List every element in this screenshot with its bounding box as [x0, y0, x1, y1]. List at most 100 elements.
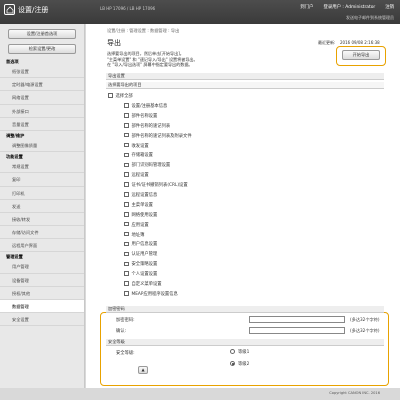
list-item[interactable]: 部件名称的速记列表及附录文件	[124, 132, 192, 142]
sidebar-item-printer[interactable]: 打印机	[0, 187, 84, 200]
description: 选择要导出的项目，然后单击[开始导出]。 "主菜单设置" 和 "速记导入/导出"…	[107, 51, 327, 68]
sidebar-item-security[interactable]: 安全设置	[0, 313, 84, 327]
item-checkbox[interactable]	[124, 132, 129, 138]
select-all-checkbox[interactable]	[108, 93, 113, 98]
top-links: 到门户 登录用户 : Administrator 注销	[300, 4, 394, 10]
sidebar-item-network[interactable]: 网络设置	[0, 91, 84, 105]
item-checkbox[interactable]	[124, 241, 129, 247]
item-checkbox[interactable]	[124, 281, 129, 286]
portal-link[interactable]: 到门户	[300, 4, 313, 10]
sidebar-item-external-interface[interactable]: 外部接口	[0, 105, 84, 118]
sidebar-item-send[interactable]: 发送	[0, 200, 84, 213]
list-item[interactable]: 主菜单设置	[124, 201, 192, 211]
item-checkbox[interactable]	[124, 251, 129, 257]
main-panel: 设置/注册 : 管理设置 : 数据管理 : 导出 导出 最近更新: 2016 0…	[86, 24, 400, 398]
sidebar-menu: 首选项 纸张设置 定时器/电源设置 网络设置 外部接口 音量设置 调整/维护 调…	[0, 57, 84, 327]
item-checkbox[interactable]	[124, 221, 129, 227]
level2-label: 等级2	[238, 362, 250, 367]
item-checkbox[interactable]	[124, 113, 129, 118]
start-export-button[interactable]: 开始导出	[342, 50, 380, 60]
list-item[interactable]: 设置/注册基本信息	[124, 102, 192, 112]
sidebar-item-volume[interactable]: 音量设置	[0, 118, 84, 131]
encryption-password-input[interactable]	[249, 316, 345, 323]
list-item[interactable]: 存储箱设置	[124, 151, 192, 161]
logout-link[interactable]: 注销	[385, 4, 394, 10]
list-item[interactable]: 部门识别码管理设置	[124, 161, 192, 171]
item-label: 证书/证书撤销列表(CRL)设置	[131, 183, 188, 189]
last-update-value: 2016 09/08 2:16:38	[340, 40, 380, 45]
list-item[interactable]: 自定义菜单设置	[124, 280, 192, 290]
encryption-header: 加密密码	[106, 306, 384, 313]
last-update-label: 最近更新:	[318, 40, 336, 45]
mail-admin-link[interactable]: 发送电子邮件到系统管理员	[346, 15, 394, 21]
sidebar-item-remote-ui[interactable]: 远程用户界面	[0, 239, 84, 253]
item-checkbox[interactable]	[124, 202, 129, 207]
item-checkbox[interactable]	[124, 103, 129, 108]
home-icon[interactable]	[4, 4, 15, 15]
item-checkbox[interactable]	[124, 162, 129, 168]
item-checkbox[interactable]	[124, 231, 129, 237]
confirm-password-label: 确认:	[116, 329, 127, 334]
item-checkbox[interactable]	[124, 271, 129, 276]
item-checkbox[interactable]	[124, 142, 129, 148]
item-checkbox[interactable]	[124, 212, 129, 217]
item-label: 主菜单设置	[131, 202, 153, 208]
list-item[interactable]: 远程设置	[124, 171, 192, 181]
item-label: 安全策略设置	[131, 262, 158, 268]
search-settings-button[interactable]: 检索设置/更改	[8, 44, 76, 54]
sidebar-group-adjust: 调整/维护	[6, 132, 25, 138]
item-label: 设置/注册基本信息	[131, 104, 168, 109]
item-checkbox[interactable]	[124, 261, 129, 266]
list-item[interactable]: 地址簿	[124, 231, 192, 241]
sidebar-item-store-access[interactable]: 存储/访问文件	[0, 226, 84, 240]
item-label: 部件名称设置	[131, 113, 158, 119]
list-item[interactable]: 应用设置	[124, 221, 192, 231]
select-all-row[interactable]: 选择全部	[108, 93, 133, 99]
item-checkbox[interactable]	[124, 123, 129, 128]
preferences-button[interactable]: 设置/注册首选项	[8, 29, 76, 39]
list-item[interactable]: 部件名称设置	[124, 112, 192, 122]
sidebar-item-device-management[interactable]: 设备管理	[0, 274, 84, 287]
list-item[interactable]: 个人设置设置	[124, 270, 192, 280]
item-label: 认证用户管理	[131, 252, 158, 258]
sidebar-item-common[interactable]: 常规设置	[0, 160, 84, 174]
list-item[interactable]: 网络使用设置	[124, 211, 192, 221]
list-item[interactable]: 收发设置	[124, 142, 192, 152]
item-checkbox[interactable]	[124, 152, 129, 158]
item-checkbox[interactable]	[124, 291, 129, 296]
list-item[interactable]: 远程设置信息	[124, 191, 192, 201]
sidebar-item-data-management[interactable]: 数据管理	[0, 300, 84, 314]
item-label: 部件名称的速记列表及附录文件	[131, 133, 192, 139]
item-checkbox[interactable]	[124, 182, 129, 187]
sidebar-item-timer-power[interactable]: 定时器/电源设置	[0, 78, 84, 92]
item-label: 个人设置设置	[131, 272, 158, 278]
login-user: 登录用户 : Administrator	[323, 5, 376, 10]
confirm-password-input[interactable]	[249, 327, 345, 334]
breadcrumb: 设置/注册 : 管理设置 : 数据管理 : 导出	[107, 28, 180, 33]
sidebar-item-paper[interactable]: 纸张设置	[0, 65, 84, 79]
item-label: 远程设置	[131, 173, 149, 179]
export-settings-header: 导出设置	[106, 73, 384, 80]
sidebar-item-image-quality[interactable]: 调整图像质量	[0, 139, 84, 153]
description-line: 在 "导入/导出选项" 屏幕中指定要导出的数据。	[107, 62, 193, 68]
list-item[interactable]: 用户信息设置	[124, 240, 192, 250]
footer: Copyright CANON INC. 2016	[0, 388, 400, 400]
sidebar-item-copy[interactable]: 复印	[0, 173, 84, 187]
list-item[interactable]: 部件名称的速记列表	[124, 122, 192, 132]
list-item[interactable]: MEAP应用程序设置信息	[124, 290, 192, 300]
sidebar-item-user-management[interactable]: 用户管理	[0, 260, 84, 274]
item-checkbox[interactable]	[124, 172, 129, 177]
level1-radio[interactable]	[230, 349, 235, 354]
list-item[interactable]: 安全策略设置	[124, 260, 192, 270]
app-title: 设置/注册	[18, 6, 49, 14]
sidebar-item-license[interactable]: 授权/其他	[0, 287, 84, 300]
list-item[interactable]: 认证用户管理	[124, 250, 192, 260]
scroll-top-button[interactable]: ▲	[138, 366, 148, 374]
item-label: 部件名称的速记列表	[131, 123, 171, 129]
item-label: 自定义菜单设置	[131, 282, 162, 288]
list-item[interactable]: 证书/证书撤销列表(CRL)设置	[124, 181, 192, 191]
sidebar-item-receive[interactable]: 接收/转发	[0, 213, 84, 227]
sidebar-group-management: 管理设置	[6, 254, 23, 260]
item-checkbox[interactable]	[124, 192, 129, 197]
level2-radio[interactable]	[230, 361, 235, 366]
